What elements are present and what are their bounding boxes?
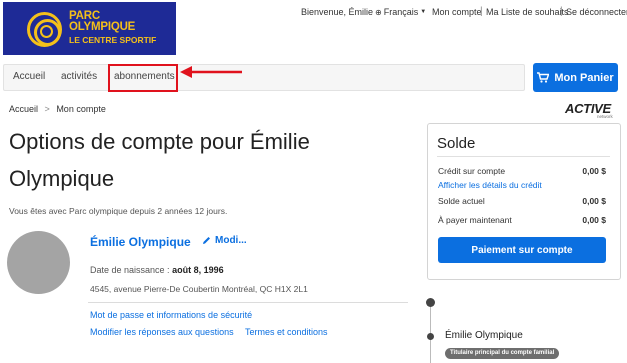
active-network-sub: network <box>597 114 613 119</box>
logout-link[interactable]: Se déconnecter <box>566 7 627 17</box>
breadcrumb-chevron-icon: > <box>44 104 50 114</box>
language-select[interactable]: ⊕ Français ▼ <box>375 7 426 17</box>
pencil-icon <box>203 237 210 244</box>
logo-line-2: OLYMPIQUE <box>69 21 136 33</box>
cart-icon <box>537 72 550 83</box>
due-now-label: À payer maintenant <box>438 215 512 225</box>
logo-line-3: LE CENTRE SPORTIF <box>69 35 157 45</box>
brand-logo[interactable]: PARC OLYMPIQUE LE CENTRE SPORTIF <box>3 2 176 55</box>
nav-item-home[interactable]: Accueil <box>13 71 45 82</box>
profile-name-link[interactable]: Émilie Olympique <box>90 235 191 249</box>
nav-item-activities[interactable]: activités <box>61 71 97 82</box>
divider <box>437 156 610 157</box>
current-balance-value: 0,00 $ <box>582 196 606 206</box>
balance-title: Solde <box>437 135 476 152</box>
family-member-name[interactable]: Émilie Olympique <box>445 330 523 341</box>
my-account-link[interactable]: Mon compte <box>432 7 482 17</box>
caret-down-icon: ▼ <box>420 9 427 15</box>
password-security-link[interactable]: Mot de passe et informations de sécurité <box>90 310 252 320</box>
dob-value: août 8, 1996 <box>172 265 224 275</box>
page-title: Options de compte pour Émilie Olympique <box>9 129 310 191</box>
terms-link[interactable]: Termes et conditions <box>245 327 328 337</box>
annotation-arrow-icon <box>180 66 242 78</box>
avatar <box>7 231 70 294</box>
address-text: 4545, avenue Pierre-De Coubertin Montréa… <box>90 284 308 294</box>
timeline-dot <box>427 333 434 340</box>
pay-on-account-button[interactable]: Paiement sur compte <box>438 237 606 263</box>
cart-button[interactable]: Mon Panier <box>533 63 618 92</box>
separator: | <box>560 6 563 17</box>
current-balance-label: Solde actuel <box>438 196 485 206</box>
breadcrumb-current: Mon compte <box>56 104 106 114</box>
timeline-dot <box>426 298 435 307</box>
edit-answers-link[interactable]: Modifier les réponses aux questions <box>90 327 234 337</box>
logo-text: PARC OLYMPIQUE LE CENTRE SPORTIF <box>69 10 157 46</box>
olympic-ring-icon <box>27 12 62 47</box>
divider <box>88 302 408 303</box>
due-now-value: 0,00 $ <box>582 215 606 225</box>
date-of-birth: Date de naissance : août 8, 1996 <box>90 265 224 275</box>
welcome-text: Bienvenue, Émilie <box>301 7 374 17</box>
cart-label: Mon Panier <box>554 71 614 84</box>
globe-icon: ⊕ <box>375 7 382 17</box>
credit-details-link[interactable]: Afficher les détails du crédit <box>438 180 542 190</box>
edit-profile-label: Modi... <box>215 235 247 246</box>
breadcrumb-home[interactable]: Accueil <box>9 104 38 114</box>
separator: | <box>480 6 483 17</box>
credit-value: 0,00 $ <box>582 166 606 176</box>
dob-label: Date de naissance : <box>90 265 170 275</box>
edit-profile-link[interactable]: Modi... <box>202 235 247 246</box>
member-since-text: Vous êtes avec Parc olympique depuis 2 a… <box>9 206 228 216</box>
breadcrumb: Accueil > Mon compte <box>9 104 110 114</box>
primary-holder-badge: Titulaire principal du compte familial <box>445 348 560 359</box>
annotation-highlight-box <box>108 64 178 92</box>
wishlist-link[interactable]: Ma Liste de souhaits <box>486 7 569 17</box>
credit-label: Crédit sur compte <box>438 166 506 176</box>
language-label: Français <box>383 7 419 17</box>
